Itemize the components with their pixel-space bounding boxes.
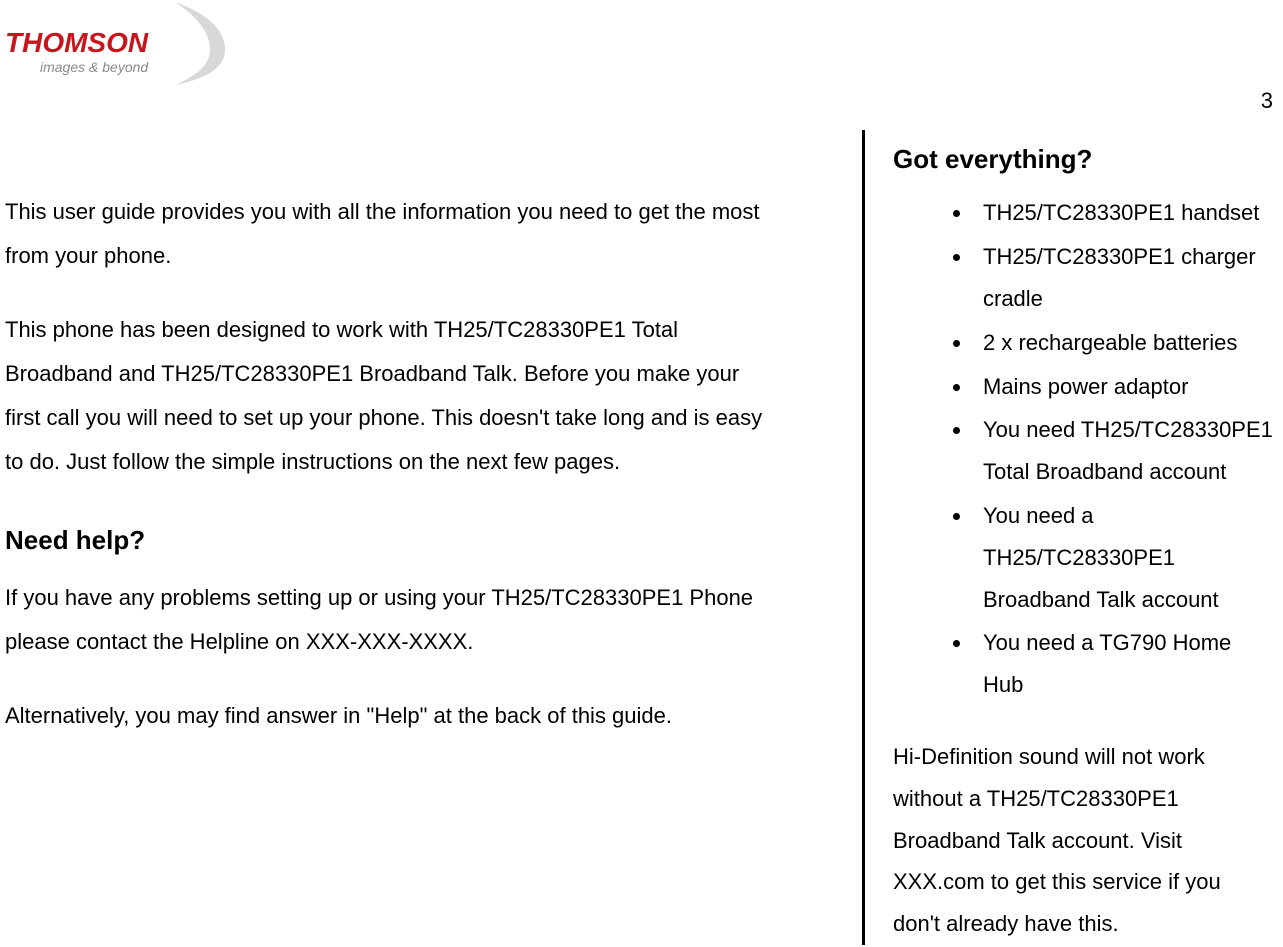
list-item: You need TH25/TC28330PE1 Total Broadband… — [973, 409, 1273, 493]
sidebar-heading: Got everything? — [893, 135, 1273, 184]
need-help-paragraph-1: If you have any problems setting up or u… — [5, 576, 765, 664]
brand-tagline: images & beyond — [40, 59, 149, 75]
list-item: TH25/TC28330PE1 handset — [973, 192, 1273, 234]
intro-paragraph-2: This phone has been designed to work wit… — [5, 308, 765, 484]
need-help-heading: Need help? — [5, 514, 765, 566]
intro-paragraph-1: This user guide provides you with all th… — [5, 190, 765, 278]
brand-name: THOMSON — [5, 27, 149, 58]
sidebar-note: Hi-Definition sound will not work withou… — [893, 736, 1273, 945]
list-item: You need a TH25/TC28330PE1 Broadband Tal… — [973, 495, 1273, 620]
need-help-paragraph-2: Alternatively, you may find answer in "H… — [5, 694, 765, 738]
list-item: 2 x rechargeable batteries — [973, 322, 1273, 364]
column-divider — [862, 130, 865, 945]
list-item: Mains power adaptor — [973, 366, 1273, 408]
list-item: TH25/TC28330PE1 charger cradle — [973, 236, 1273, 320]
main-column: This user guide provides you with all th… — [5, 190, 765, 768]
checklist: TH25/TC28330PE1 handset TH25/TC28330PE1 … — [893, 192, 1273, 706]
swoosh-icon — [175, 2, 225, 85]
list-item: You need a TG790 Home Hub — [973, 622, 1273, 706]
brand-logo: THOMSON images & beyond — [0, 0, 235, 90]
page-number: 3 — [1261, 88, 1273, 114]
sidebar-column: Got everything? TH25/TC28330PE1 handset … — [893, 135, 1273, 945]
